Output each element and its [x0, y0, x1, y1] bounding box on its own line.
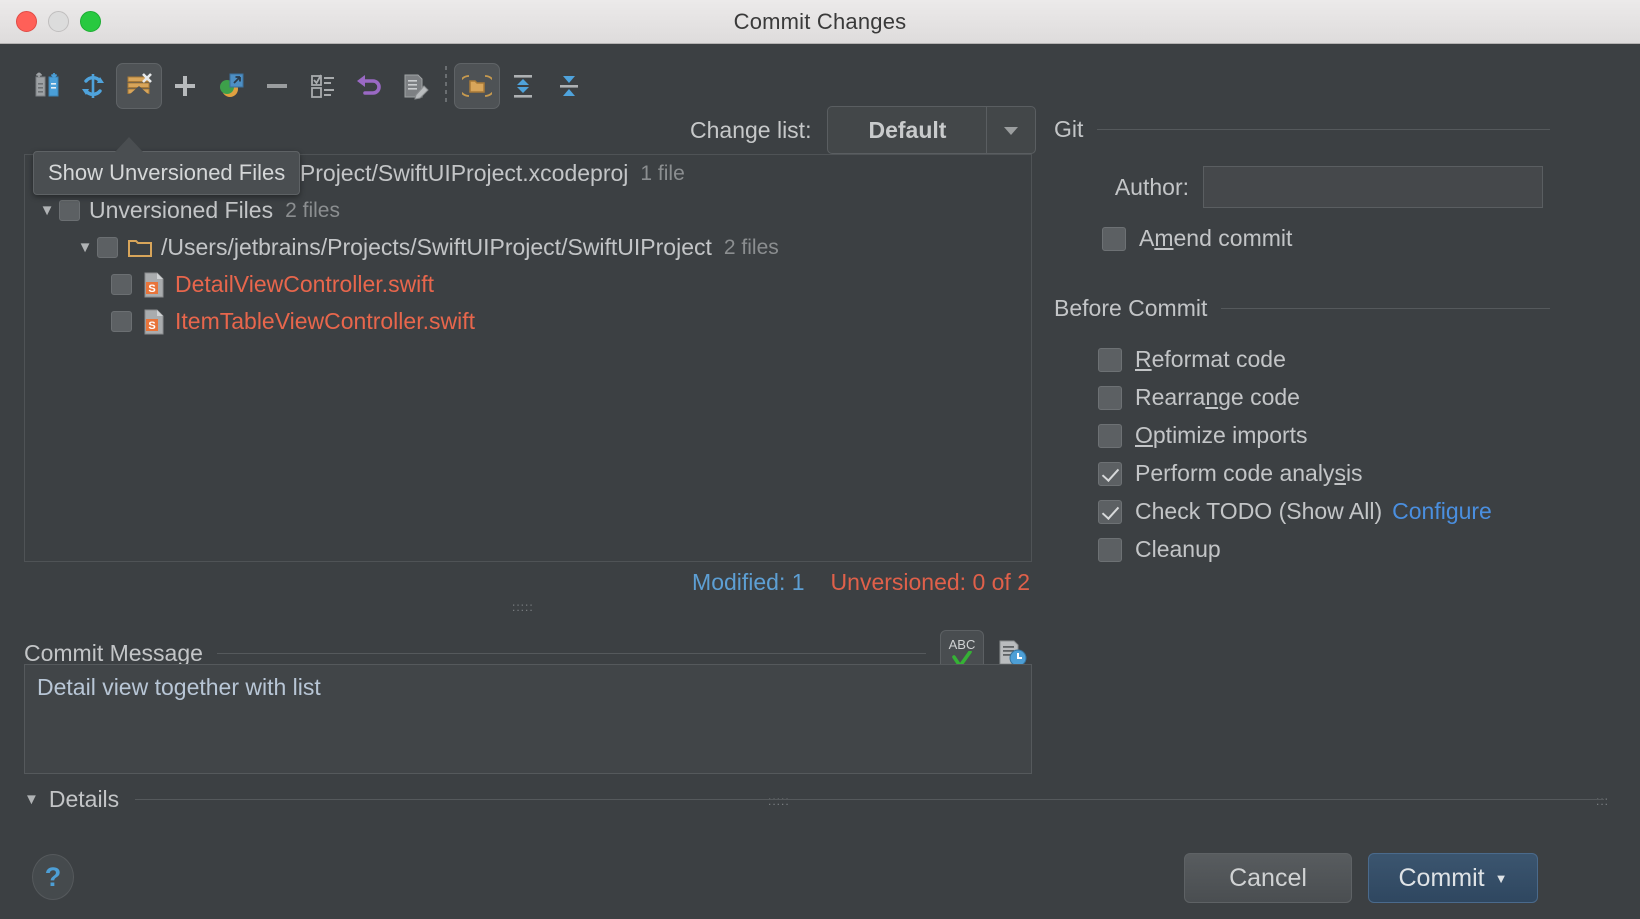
checkbox-box[interactable]	[1098, 347, 1122, 372]
commit-button-label: Commit	[1398, 863, 1485, 892]
changelist-combo[interactable]: Default	[827, 106, 1037, 154]
modified-count: Modified: 1	[692, 569, 805, 595]
help-button[interactable]: ?	[32, 854, 74, 900]
window-title-bar: Commit Changes	[0, 0, 1640, 44]
chevron-down-icon[interactable]: ▼	[24, 791, 39, 808]
svg-text:S: S	[148, 320, 155, 332]
expand-all-icon[interactable]	[500, 63, 546, 109]
author-field[interactable]	[1203, 166, 1543, 208]
table-row[interactable]: S DetailViewController.swift	[25, 266, 1031, 303]
divider	[1221, 308, 1550, 309]
amend-commit-checkbox[interactable]: Amend commit	[1102, 225, 1292, 252]
tree-row-count: 1 file	[640, 161, 685, 185]
tree-row-count: 2 files	[285, 198, 340, 222]
group-by-directory-icon[interactable]	[454, 63, 500, 109]
chevron-down-icon[interactable]: ▼	[1495, 871, 1508, 886]
rearrange-code-checkbox[interactable]: Rearrange code	[1098, 384, 1300, 411]
rearrange-code-label: Rearrange code	[1135, 384, 1300, 410]
row-checkbox[interactable]	[111, 311, 132, 332]
rollback-sync-icon[interactable]	[70, 63, 116, 109]
before-commit-section-header: Before Commit	[1054, 295, 1550, 322]
changelist-row: Change list: Default	[690, 106, 1037, 154]
changelist-label: Change list:	[690, 116, 812, 143]
revert-icon[interactable]	[346, 63, 392, 109]
checkbox-box[interactable]	[1102, 226, 1126, 251]
window-title: Commit Changes	[733, 9, 907, 34]
dialog-body: Change list: Default ains/Projects/Swift…	[0, 44, 1640, 919]
refresh-changes-icon[interactable]	[24, 63, 70, 109]
unversioned-count: Unversioned: 0 of 2	[830, 569, 1030, 595]
perform-code-analysis-label: Perform code analysis	[1135, 460, 1363, 486]
collapse-all-icon[interactable]	[546, 63, 592, 109]
divider	[135, 799, 1604, 800]
commit-button[interactable]: Commit ▼	[1368, 853, 1538, 903]
changes-toolbar	[24, 60, 592, 112]
changelist-value: Default	[868, 116, 947, 143]
chevron-down-icon[interactable]	[986, 107, 1035, 153]
row-checkbox[interactable]	[111, 274, 132, 295]
delete-icon[interactable]	[254, 63, 300, 109]
cancel-button[interactable]: Cancel	[1184, 853, 1352, 903]
spellcheck-icon-label: ABC	[948, 636, 976, 652]
details-label: Details	[48, 786, 120, 812]
divider	[216, 652, 926, 654]
details-section[interactable]: ▼ Details	[24, 786, 1604, 813]
before-commit-section-title: Before Commit	[1054, 295, 1208, 321]
toolbar-separator	[445, 66, 447, 106]
checkbox-box[interactable]	[1098, 537, 1122, 562]
chevron-down-icon[interactable]: ▼	[73, 239, 97, 256]
git-section-title: Git	[1054, 116, 1084, 142]
checkbox-box[interactable]	[1098, 423, 1122, 448]
svg-text:S: S	[148, 283, 155, 295]
reformat-code-label: Reformat code	[1135, 346, 1286, 372]
table-row[interactable]: ▼ Unversioned Files 2 files	[25, 192, 1031, 229]
table-row[interactable]: S ItemTableViewController.swift	[25, 303, 1031, 340]
changes-tree[interactable]: ains/Projects/SwiftUIProject/SwiftUIProj…	[24, 154, 1032, 562]
edit-source-icon[interactable]	[392, 63, 438, 109]
tree-row-label: DetailViewController.swift	[175, 271, 435, 297]
splitter-handle-top[interactable]: :::::	[512, 600, 534, 614]
tree-row-label: /Users/jetbrains/Projects/SwiftUIProject…	[161, 234, 712, 260]
checkbox-box[interactable]	[1098, 461, 1122, 486]
add-icon[interactable]	[162, 63, 208, 109]
commit-changes-dialog: Commit Changes Change list: Default ains…	[0, 0, 1640, 919]
tooltip: Show Unversioned Files	[33, 151, 301, 195]
row-checkbox[interactable]	[97, 237, 118, 258]
checkbox-box[interactable]	[1098, 385, 1122, 410]
swift-file-icon: S	[141, 309, 167, 335]
author-row: Author:	[1054, 166, 1543, 208]
swift-file-icon: S	[141, 272, 167, 298]
checkbox-box[interactable]	[1098, 499, 1122, 524]
cleanup-label: Cleanup	[1135, 536, 1221, 562]
tree-row-label: ItemTableViewController.swift	[175, 308, 475, 334]
optimize-imports-label: Optimize imports	[1135, 422, 1308, 448]
optimize-imports-checkbox[interactable]: Optimize imports	[1098, 422, 1308, 449]
tree-row-count: 2 files	[723, 235, 779, 259]
folder-icon	[127, 235, 153, 261]
reformat-code-checkbox[interactable]: Reformat code	[1098, 346, 1286, 373]
check-todo-checkbox[interactable]: Check TODO (Show All) Configure	[1098, 498, 1492, 525]
author-label: Author:	[1114, 173, 1189, 200]
tree-row-label: Unversioned Files	[89, 197, 274, 223]
cleanup-checkbox[interactable]: Cleanup	[1098, 536, 1221, 563]
configure-link[interactable]: Configure	[1392, 498, 1492, 525]
show-unversioned-files-icon[interactable]	[116, 63, 162, 109]
show-diff-list-icon[interactable]	[300, 63, 346, 109]
amend-commit-label: Amend commit	[1139, 225, 1293, 251]
tooltip-arrow	[115, 137, 143, 152]
changes-summary: Modified: 1 Unversioned: 0 of 2	[692, 569, 1030, 596]
perform-code-analysis-checkbox[interactable]: Perform code analysis	[1098, 460, 1363, 487]
commit-message-title: Commit Message	[24, 639, 203, 666]
move-to-another-changelist-icon[interactable]	[208, 63, 254, 109]
table-row[interactable]: ▼ /Users/jetbrains/Projects/SwiftUIProje…	[25, 229, 1031, 266]
divider	[1097, 129, 1550, 130]
commit-message-input[interactable]: Detail view together with list	[24, 664, 1032, 774]
check-todo-label: Check TODO (Show All)	[1135, 498, 1383, 524]
row-checkbox[interactable]	[59, 200, 80, 221]
git-section-header: Git	[1054, 116, 1550, 143]
chevron-down-icon[interactable]: ▼	[35, 202, 59, 219]
